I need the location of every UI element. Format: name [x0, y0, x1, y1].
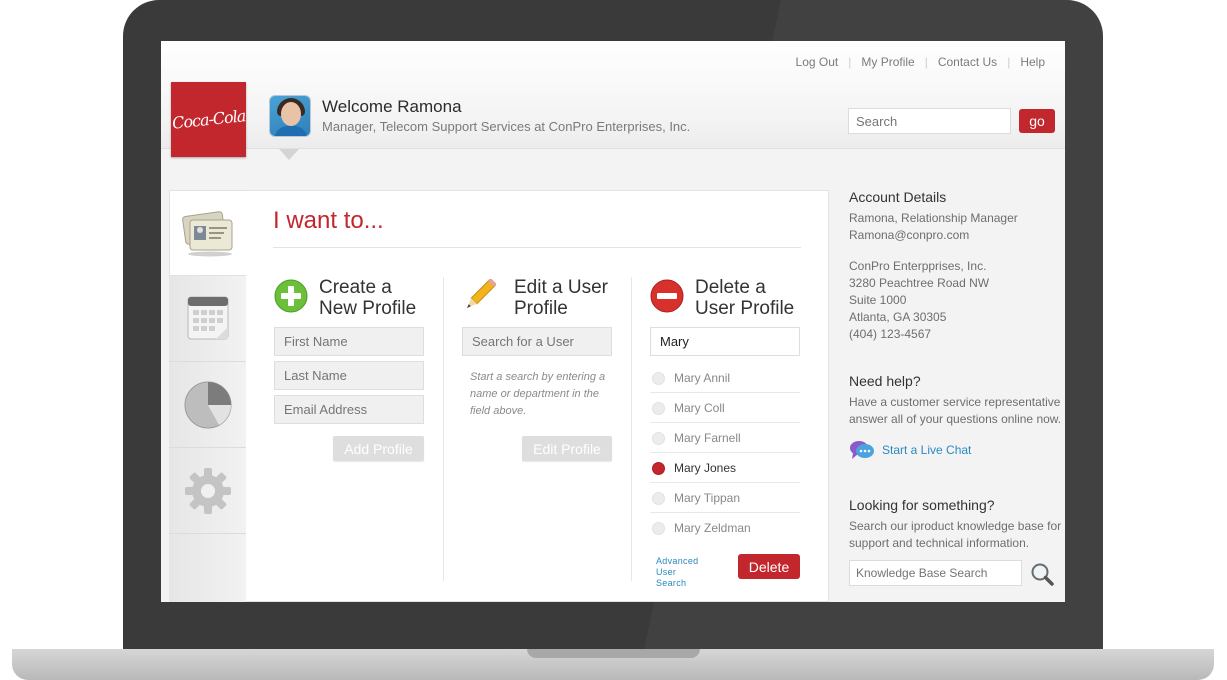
list-item[interactable]: Mary Farnell: [650, 423, 800, 453]
brand-logo[interactable]: Coca-Cola: [171, 82, 246, 157]
advanced-line1: Advanced: [656, 556, 699, 566]
account-phone: (404) 123-4567: [849, 327, 932, 341]
plus-circle-icon: [274, 279, 308, 313]
delete-title-line1: Delete a: [695, 277, 766, 298]
list-item[interactable]: Mary Tippan: [650, 483, 800, 513]
page-header: Log Out | My Profile | Contact Us | Help…: [161, 41, 1065, 149]
action-panel: I want to... Create a New Profile Add Pr…: [246, 190, 829, 602]
welcome-title: Welcome Ramona: [322, 97, 462, 116]
user-name: Mary Zeldman: [674, 521, 751, 535]
user-name: Mary Annil: [674, 371, 731, 385]
help-text-line2: answer all of your questions online now.: [849, 412, 1062, 426]
top-nav: Log Out | My Profile | Contact Us | Help: [786, 55, 1055, 69]
delete-search-field[interactable]: [650, 327, 800, 356]
user-results-list: Mary Annil Mary Coll Mary Farnell Mary J…: [650, 363, 800, 543]
calendar-icon: [187, 296, 228, 339]
edit-hint-text: Start a search by entering a name or dep…: [470, 371, 606, 417]
email-field[interactable]: [274, 395, 424, 424]
gear-icon: [184, 467, 231, 514]
chat-bubbles-icon: [850, 441, 874, 459]
sidebar-item-reports[interactable]: [169, 362, 246, 448]
looking-for-heading: Looking for something?: [849, 497, 995, 513]
sidebar-item-calendar[interactable]: [169, 276, 246, 362]
my-profile-link[interactable]: My Profile: [851, 55, 924, 69]
advanced-search-link[interactable]: Advanced User Search: [656, 556, 698, 589]
account-street: 3280 Peachtree Road NW: [849, 276, 990, 290]
pie-chart-icon: [184, 381, 231, 428]
user-role: Manager, Telecom Support Services at Con…: [322, 119, 691, 134]
search-input[interactable]: [848, 108, 1011, 134]
minus-circle-icon: [650, 279, 684, 313]
id-cards-icon: [182, 211, 233, 257]
delete-profile-title: Delete a User Profile: [695, 277, 794, 319]
create-title-line2: New Profile: [319, 298, 417, 319]
edit-title-line1: Edit a User: [514, 277, 608, 298]
edit-title-line2: Profile: [514, 298, 568, 319]
contact-us-link[interactable]: Contact Us: [928, 55, 1007, 69]
create-title-line1: Create a: [319, 277, 392, 298]
account-city: Atlanta, GA 30305: [849, 310, 947, 324]
radio-button[interactable]: [652, 492, 665, 505]
logo-text: Coca-Cola: [171, 106, 246, 133]
avatar[interactable]: [269, 95, 311, 137]
knowledge-base-search-input[interactable]: [849, 560, 1022, 586]
account-company: ConPro Enterpprises, Inc.: [849, 259, 987, 273]
account-suite: Suite 1000: [849, 293, 907, 307]
radio-button[interactable]: [652, 432, 665, 445]
user-name: Mary Tippan: [674, 491, 741, 505]
heading-divider: [273, 247, 801, 248]
radio-button[interactable]: [652, 372, 665, 385]
last-name-field[interactable]: [274, 361, 424, 390]
delete-title-line2: User Profile: [695, 298, 795, 319]
header-pointer: [279, 149, 299, 160]
avatar-face: [281, 102, 301, 126]
add-profile-button[interactable]: Add Profile: [333, 436, 424, 461]
user-name: Mary Jones: [674, 461, 737, 475]
avatar-body: [274, 126, 308, 136]
account-details-heading: Account Details: [849, 189, 947, 205]
delete-button[interactable]: Delete: [738, 554, 800, 579]
kb-text-line1: Search our iproduct knowledge base for: [849, 519, 1062, 533]
list-item[interactable]: Mary Zeldman: [650, 513, 800, 543]
list-item[interactable]: Mary Annil: [650, 363, 800, 393]
radio-button[interactable]: [652, 402, 665, 415]
help-link[interactable]: Help: [1010, 55, 1055, 69]
radio-button[interactable]: [652, 522, 665, 535]
list-item[interactable]: Mary Coll: [650, 393, 800, 423]
laptop-base-notch: [527, 649, 700, 658]
pencil-icon: [466, 279, 496, 309]
help-text-line1: Have a customer service representative: [849, 395, 1061, 409]
column-divider: [631, 277, 632, 581]
live-chat-link[interactable]: Start a Live Chat: [882, 443, 971, 457]
need-help-heading: Need help?: [849, 373, 921, 389]
first-name-field[interactable]: [274, 327, 424, 356]
sidebar: [169, 190, 246, 602]
sidebar-item-settings[interactable]: [169, 448, 246, 534]
account-name-role: Ramona, Relationship Manager: [849, 211, 1018, 225]
create-profile-title: Create a New Profile: [319, 277, 416, 319]
kb-text-line2: support and technical information.: [849, 536, 1030, 550]
column-divider: [443, 277, 444, 581]
sidebar-item-profiles[interactable]: [169, 190, 246, 276]
go-button[interactable]: go: [1019, 109, 1055, 133]
radio-button-selected[interactable]: [652, 462, 665, 475]
user-name: Mary Coll: [674, 401, 725, 415]
edit-profile-button[interactable]: Edit Profile: [522, 436, 612, 461]
user-name: Mary Farnell: [674, 431, 741, 445]
panel-heading: I want to...: [273, 207, 384, 234]
logout-link[interactable]: Log Out: [786, 55, 849, 69]
user-search-field[interactable]: [462, 327, 612, 356]
magnifier-search-icon[interactable]: [1030, 562, 1054, 586]
account-email: Ramona@conpro.com: [849, 228, 970, 242]
app-screen: Log Out | My Profile | Contact Us | Help…: [161, 41, 1065, 602]
list-item-selected[interactable]: Mary Jones: [650, 453, 800, 483]
advanced-line2: User Search: [656, 567, 687, 588]
edit-profile-title: Edit a User Profile: [514, 277, 608, 319]
